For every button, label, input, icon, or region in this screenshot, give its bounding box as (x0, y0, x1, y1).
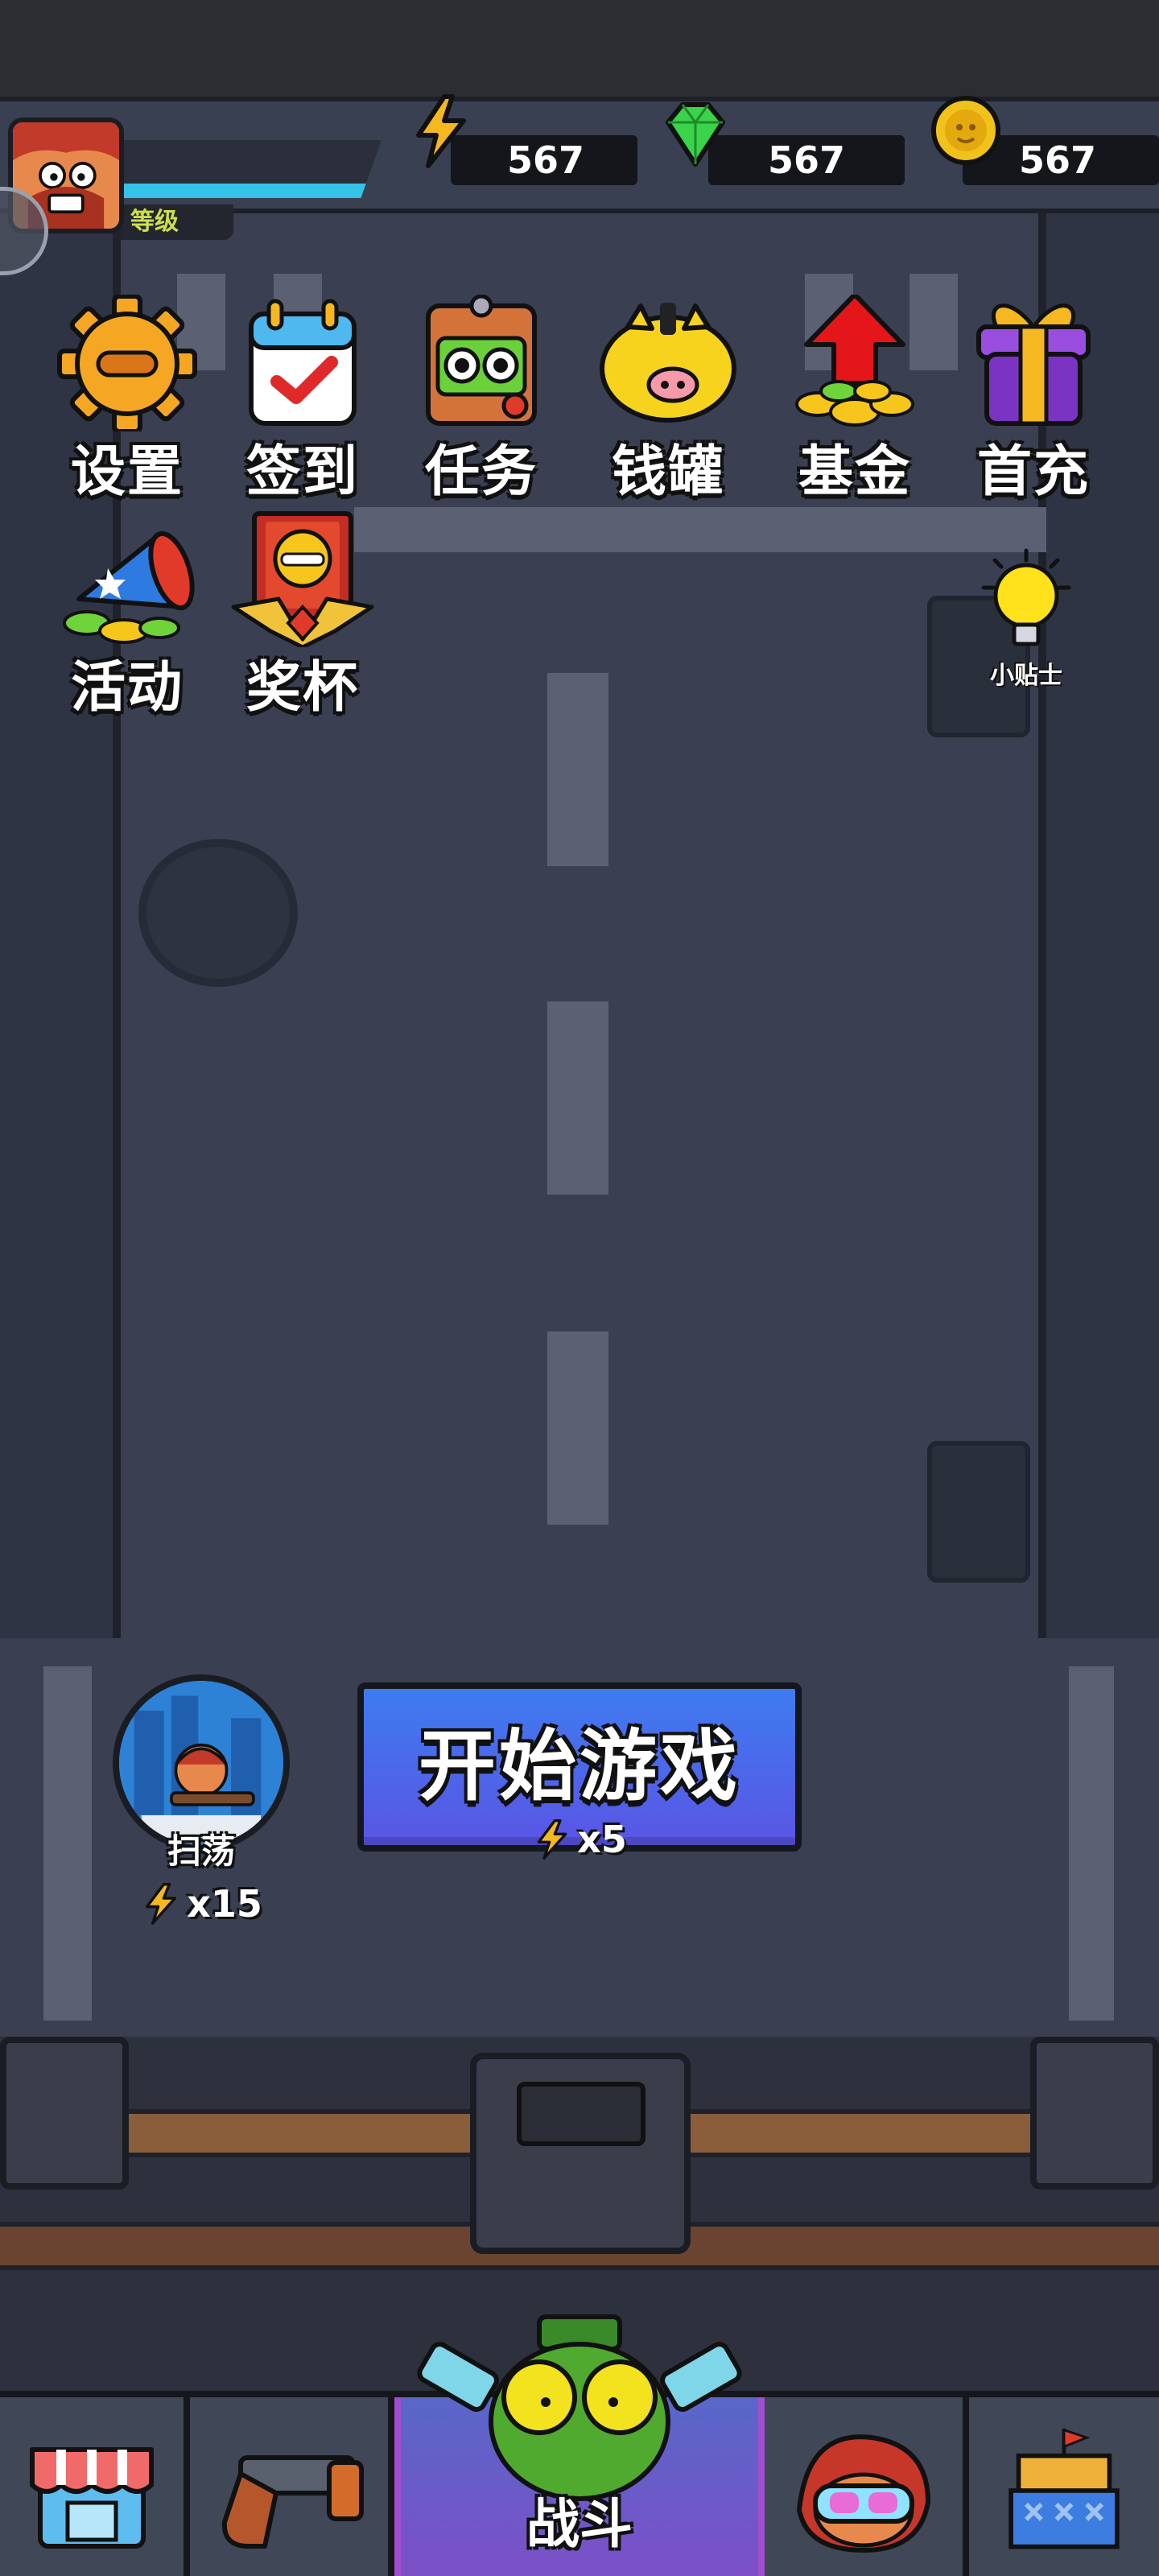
feature-settings[interactable]: 设置 (47, 294, 208, 506)
game-screen: 等级 567 567 567 设置 签到 任务 钱罐 基金 首充 活动 奖杯 小… (0, 0, 1159, 2576)
nav-shop[interactable] (0, 2397, 190, 2576)
road-line (547, 673, 608, 866)
start-game-cost: x5 (364, 1817, 795, 1862)
road-stripe (1069, 1666, 1114, 2021)
start-game-label: 开始游戏 (419, 1721, 740, 1811)
piggy-bank-icon (600, 303, 736, 423)
energy-bolt-icon (537, 1819, 567, 1860)
sweep-label: 扫荡 (167, 1831, 235, 1871)
shop-icon (30, 2447, 154, 2549)
system-status-bar (0, 0, 1159, 97)
nav-label: 战斗 (526, 2493, 633, 2555)
sweep-cost: x15 (113, 1881, 290, 1926)
nav-battle[interactable]: 战斗 (394, 2314, 765, 2576)
feature-fund[interactable]: 基金 (774, 292, 935, 506)
coin-icon (931, 96, 1000, 165)
feature-label: 签到 (245, 440, 359, 504)
manhole-cover (138, 839, 298, 987)
lightbulb-icon (981, 548, 1071, 646)
level-progress-bar (124, 140, 382, 198)
trophy-banner-icon (231, 511, 374, 650)
sweep-hero-icon (119, 1681, 283, 1845)
energy-value: 567 (506, 138, 584, 182)
tips-button[interactable]: 小贴士 (974, 547, 1079, 691)
level-label: 等级 (121, 204, 233, 240)
coin-value: 567 (1018, 138, 1096, 182)
feature-piggy-bank[interactable]: 钱罐 (588, 295, 749, 506)
hero-goggles-icon (796, 2434, 931, 2553)
start-game-button[interactable]: 开始游戏 x5 (357, 1682, 802, 1861)
gate-tower-right (1030, 2037, 1159, 2190)
level-progress-fill (124, 184, 369, 198)
gate-center-block (470, 2053, 691, 2254)
feature-label: 首充 (976, 440, 1090, 504)
road-line (547, 1001, 608, 1195)
gift-box-icon (976, 303, 1091, 426)
road-stripe (354, 507, 1046, 552)
gem-icon (666, 102, 725, 167)
energy-bolt-icon (146, 1883, 177, 1925)
feature-checkin[interactable]: 签到 (222, 295, 383, 506)
nav-weapons[interactable] (190, 2397, 394, 2576)
zombie-battle-icon (417, 2314, 742, 2501)
street-vent (927, 1441, 1030, 1583)
feature-tasks[interactable]: 任务 (401, 294, 562, 506)
energy-bolt-icon (416, 94, 466, 168)
feature-label: 活动 (70, 656, 184, 720)
road-line (547, 1331, 608, 1525)
gem-value: 567 (767, 138, 845, 182)
robot-chest-icon (426, 294, 537, 426)
sweep-button[interactable]: 扫荡 x15 (113, 1674, 290, 1926)
feature-first-recharge[interactable]: 首充 (953, 295, 1114, 506)
road-stripe (43, 1666, 92, 2021)
gear-icon (57, 294, 197, 434)
feature-label: 奖杯 (245, 656, 359, 720)
feature-label: 任务 (424, 440, 538, 504)
feature-trophy[interactable]: 奖杯 (222, 510, 383, 722)
gate-tower-left (0, 2037, 129, 2190)
feature-label: 基金 (798, 440, 911, 504)
castle-icon (1008, 2428, 1120, 2549)
top-hud: 等级 567 567 567 (0, 94, 1159, 240)
gate-vent (517, 2082, 645, 2146)
feature-label: 钱罐 (611, 440, 724, 504)
coin-arrow-up-icon (795, 292, 914, 427)
calendar-check-icon (249, 299, 357, 426)
gem-counter[interactable]: 567 (708, 135, 905, 185)
bottom-navigation: 战斗 (0, 2314, 1159, 2576)
nav-base[interactable] (969, 2397, 1159, 2576)
megaphone-icon (63, 530, 195, 644)
pistol-icon (221, 2455, 364, 2549)
sweep-cost-value: x15 (187, 1882, 262, 1926)
feature-label: 设置 (70, 440, 184, 504)
feature-events[interactable]: 活动 (47, 510, 208, 722)
start-cost-value: x5 (577, 1818, 627, 1861)
tips-label: 小贴士 (990, 662, 1062, 690)
nav-heroes[interactable] (765, 2397, 969, 2576)
